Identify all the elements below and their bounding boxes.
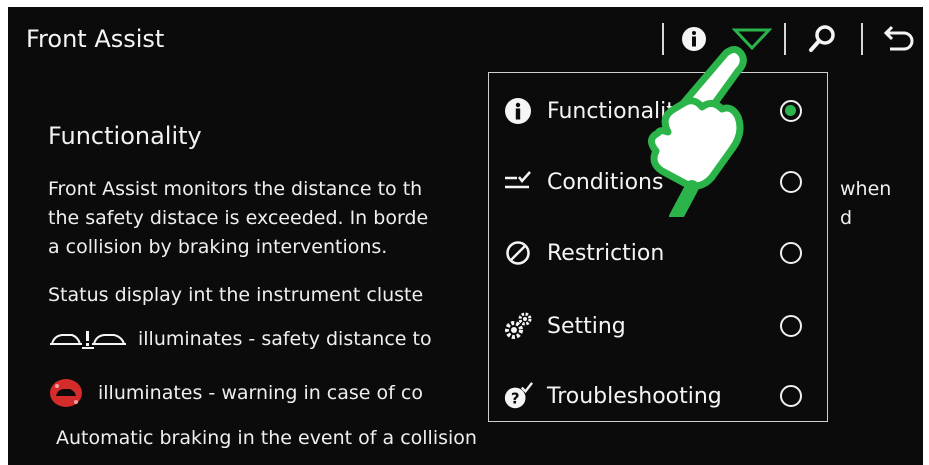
menu-item-label: Setting	[547, 313, 626, 339]
search-icon	[809, 25, 835, 52]
paragraph-fragment: when	[840, 178, 892, 200]
menu-item-troubleshooting[interactable]: ? Troubleshooting	[489, 371, 829, 421]
toolbar-divider	[861, 23, 863, 55]
conditions-check-icon	[503, 167, 533, 197]
footer-line: Automatic braking in the event of a coll…	[56, 427, 477, 449]
status-line: Status display int the instrument cluste	[48, 284, 424, 306]
status-row: illuminates - warning in case of co	[48, 378, 423, 408]
pointing-hand-icon	[648, 46, 747, 217]
radio-unselected[interactable]	[780, 385, 802, 407]
prohibited-circle-icon	[503, 238, 533, 268]
gears-icon	[503, 311, 533, 341]
paragraph-fragment: d	[840, 207, 853, 229]
menu-item-label: Restriction	[547, 240, 665, 266]
back-button[interactable]	[876, 17, 920, 61]
status-row-text: illuminates - safety distance to	[138, 328, 432, 350]
section-heading: Functionality	[48, 122, 202, 150]
info-circle-icon	[503, 96, 533, 126]
search-button[interactable]	[800, 17, 844, 61]
radio-selected[interactable]	[780, 100, 802, 122]
page-title: Front Assist	[26, 25, 165, 53]
collision-warning-red-icon	[50, 379, 82, 407]
menu-item-restriction[interactable]: Restriction	[489, 228, 829, 278]
menu-item-label: Troubleshooting	[547, 383, 722, 409]
status-row: illuminates - safety distance to	[48, 328, 432, 350]
radio-unselected[interactable]	[780, 242, 802, 264]
radio-unselected[interactable]	[780, 171, 802, 193]
menu-item-setting[interactable]: Setting	[489, 301, 829, 351]
radio-unselected[interactable]	[780, 315, 802, 337]
question-check-icon: ?	[503, 381, 533, 411]
safety-distance-warning-icon	[50, 331, 126, 349]
back-arrow-icon	[883, 25, 914, 51]
svg-text:?: ?	[511, 390, 520, 408]
toolbar-divider	[784, 23, 786, 55]
status-row-text: illuminates - warning in case of co	[98, 382, 423, 404]
front-assist-screen: Front Assist Functionality Front Assist …	[8, 7, 923, 465]
